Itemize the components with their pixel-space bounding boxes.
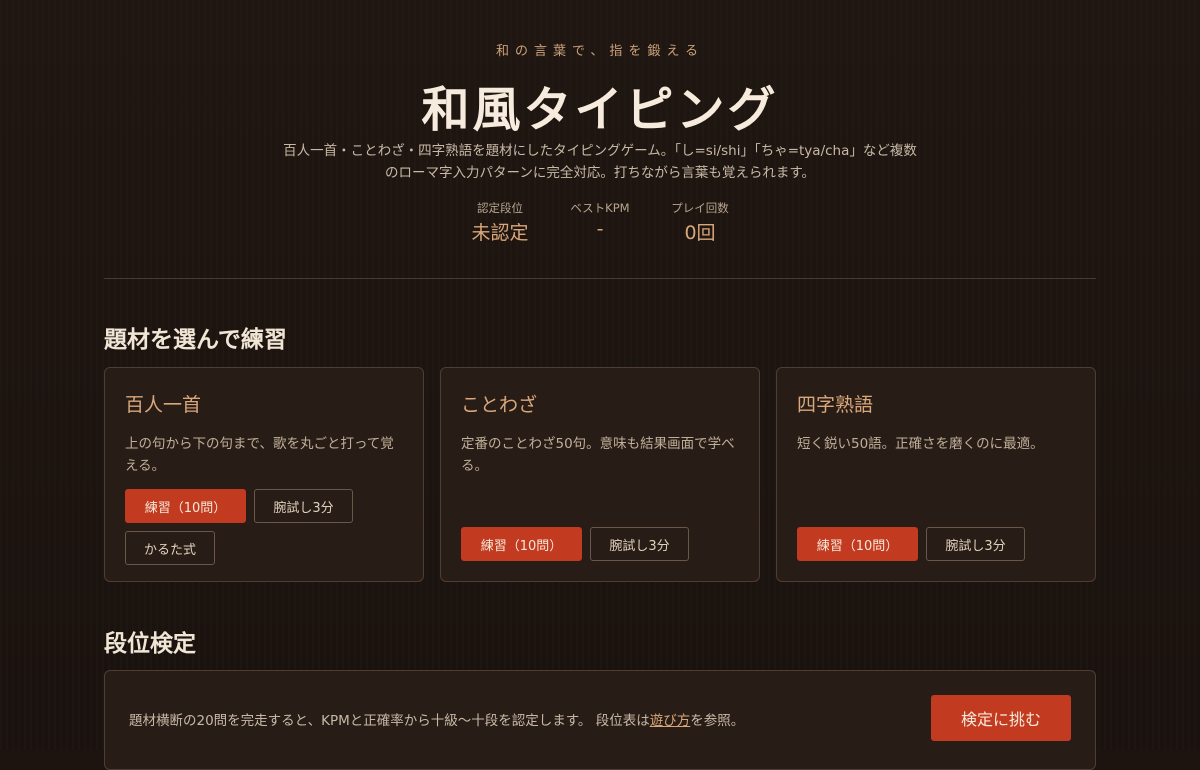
how-to-play-link[interactable]: 遊び方 bbox=[650, 713, 691, 729]
exam-section-title: 段位検定 bbox=[104, 631, 196, 657]
stat-rank: 認定段位 未認定 bbox=[450, 200, 550, 245]
card-description: 定番のことわざ50句。意味も結果画面で学べる。 bbox=[461, 436, 735, 474]
intro-description: 百人一首・ことわざ・四字熟語を題材にしたタイピングゲーム。「し=si/shi」「… bbox=[250, 140, 950, 184]
topic-card-yojijukugo: 四字熟語 短く鋭い50語。正確さを磨くのに最適。 練習（10問） 腕試し3分 bbox=[776, 367, 1096, 582]
stat-value: - bbox=[596, 218, 604, 240]
trial-button[interactable]: 腕試し3分 bbox=[926, 527, 1025, 561]
stat-best-kpm: ベストKPM - bbox=[550, 200, 650, 245]
card-title: 百人一首 bbox=[125, 394, 202, 416]
exam-text-after: を参照。 bbox=[690, 713, 745, 729]
card-title: ことわざ bbox=[461, 394, 538, 416]
start-exam-button[interactable]: 検定に挑む bbox=[931, 695, 1071, 741]
card-description: 上の句から下の句まで、歌を丸ごと打って覚える。 bbox=[125, 436, 394, 474]
intro-line-1: 百人一首・ことわざ・四字熟語を題材にしたタイピングゲーム。「し=si/shi」「… bbox=[283, 143, 917, 159]
card-actions: 練習（10問） 腕試し3分 かるた式 bbox=[125, 489, 403, 565]
divider bbox=[104, 278, 1096, 279]
page-title: 和風タイピング bbox=[421, 82, 779, 138]
stats-bar: 認定段位 未認定 ベストKPM - プレイ回数 0回 bbox=[0, 200, 1200, 245]
card-description: 短く鋭い50語。正確さを磨くのに最適。 bbox=[797, 436, 1044, 452]
exam-panel: 題材横断の20問を完走すると、KPMと正確率から十級〜十段を認定します。 段位表… bbox=[104, 670, 1096, 770]
topic-card-hyakunin-isshu: 百人一首 上の句から下の句まで、歌を丸ごと打って覚える。 練習（10問） 腕試し… bbox=[104, 367, 424, 582]
intro-line-2: のローマ字入力パターンに完全対応。打ちながら言葉も覚えられます。 bbox=[385, 165, 815, 181]
practice-section-title: 題材を選んで練習 bbox=[104, 327, 287, 353]
karuta-button[interactable]: かるた式 bbox=[125, 531, 215, 565]
exam-description: 題材横断の20問を完走すると、KPMと正確率から十級〜十段を認定します。 段位表… bbox=[129, 709, 744, 729]
stat-label: プレイ回数 bbox=[671, 201, 729, 215]
card-title: 四字熟語 bbox=[797, 394, 874, 416]
card-actions: 練習（10問） 腕試し3分 bbox=[461, 527, 689, 561]
tagline: 和の言葉で、指を鍛える bbox=[495, 44, 705, 59]
trial-button[interactable]: 腕試し3分 bbox=[254, 489, 353, 523]
stat-value: 未認定 bbox=[471, 222, 529, 244]
card-actions: 練習（10問） 腕試し3分 bbox=[797, 527, 1025, 561]
stat-label: ベストKPM bbox=[570, 201, 630, 215]
topic-cards: 百人一首 上の句から下の句まで、歌を丸ごと打って覚える。 練習（10問） 腕試し… bbox=[104, 367, 1096, 582]
topic-card-kotowaza: ことわざ 定番のことわざ50句。意味も結果画面で学べる。 練習（10問） 腕試し… bbox=[440, 367, 760, 582]
exam-text-before: 題材横断の20問を完走すると、KPMと正確率から十級〜十段を認定します。 段位表… bbox=[129, 713, 650, 729]
practice-button[interactable]: 練習（10問） bbox=[125, 489, 246, 523]
stat-label: 認定段位 bbox=[477, 201, 523, 215]
practice-button[interactable]: 練習（10問） bbox=[797, 527, 918, 561]
trial-button[interactable]: 腕試し3分 bbox=[590, 527, 689, 561]
practice-button[interactable]: 練習（10問） bbox=[461, 527, 582, 561]
stat-value: 0回 bbox=[684, 222, 716, 244]
stat-play-count: プレイ回数 0回 bbox=[650, 200, 750, 245]
